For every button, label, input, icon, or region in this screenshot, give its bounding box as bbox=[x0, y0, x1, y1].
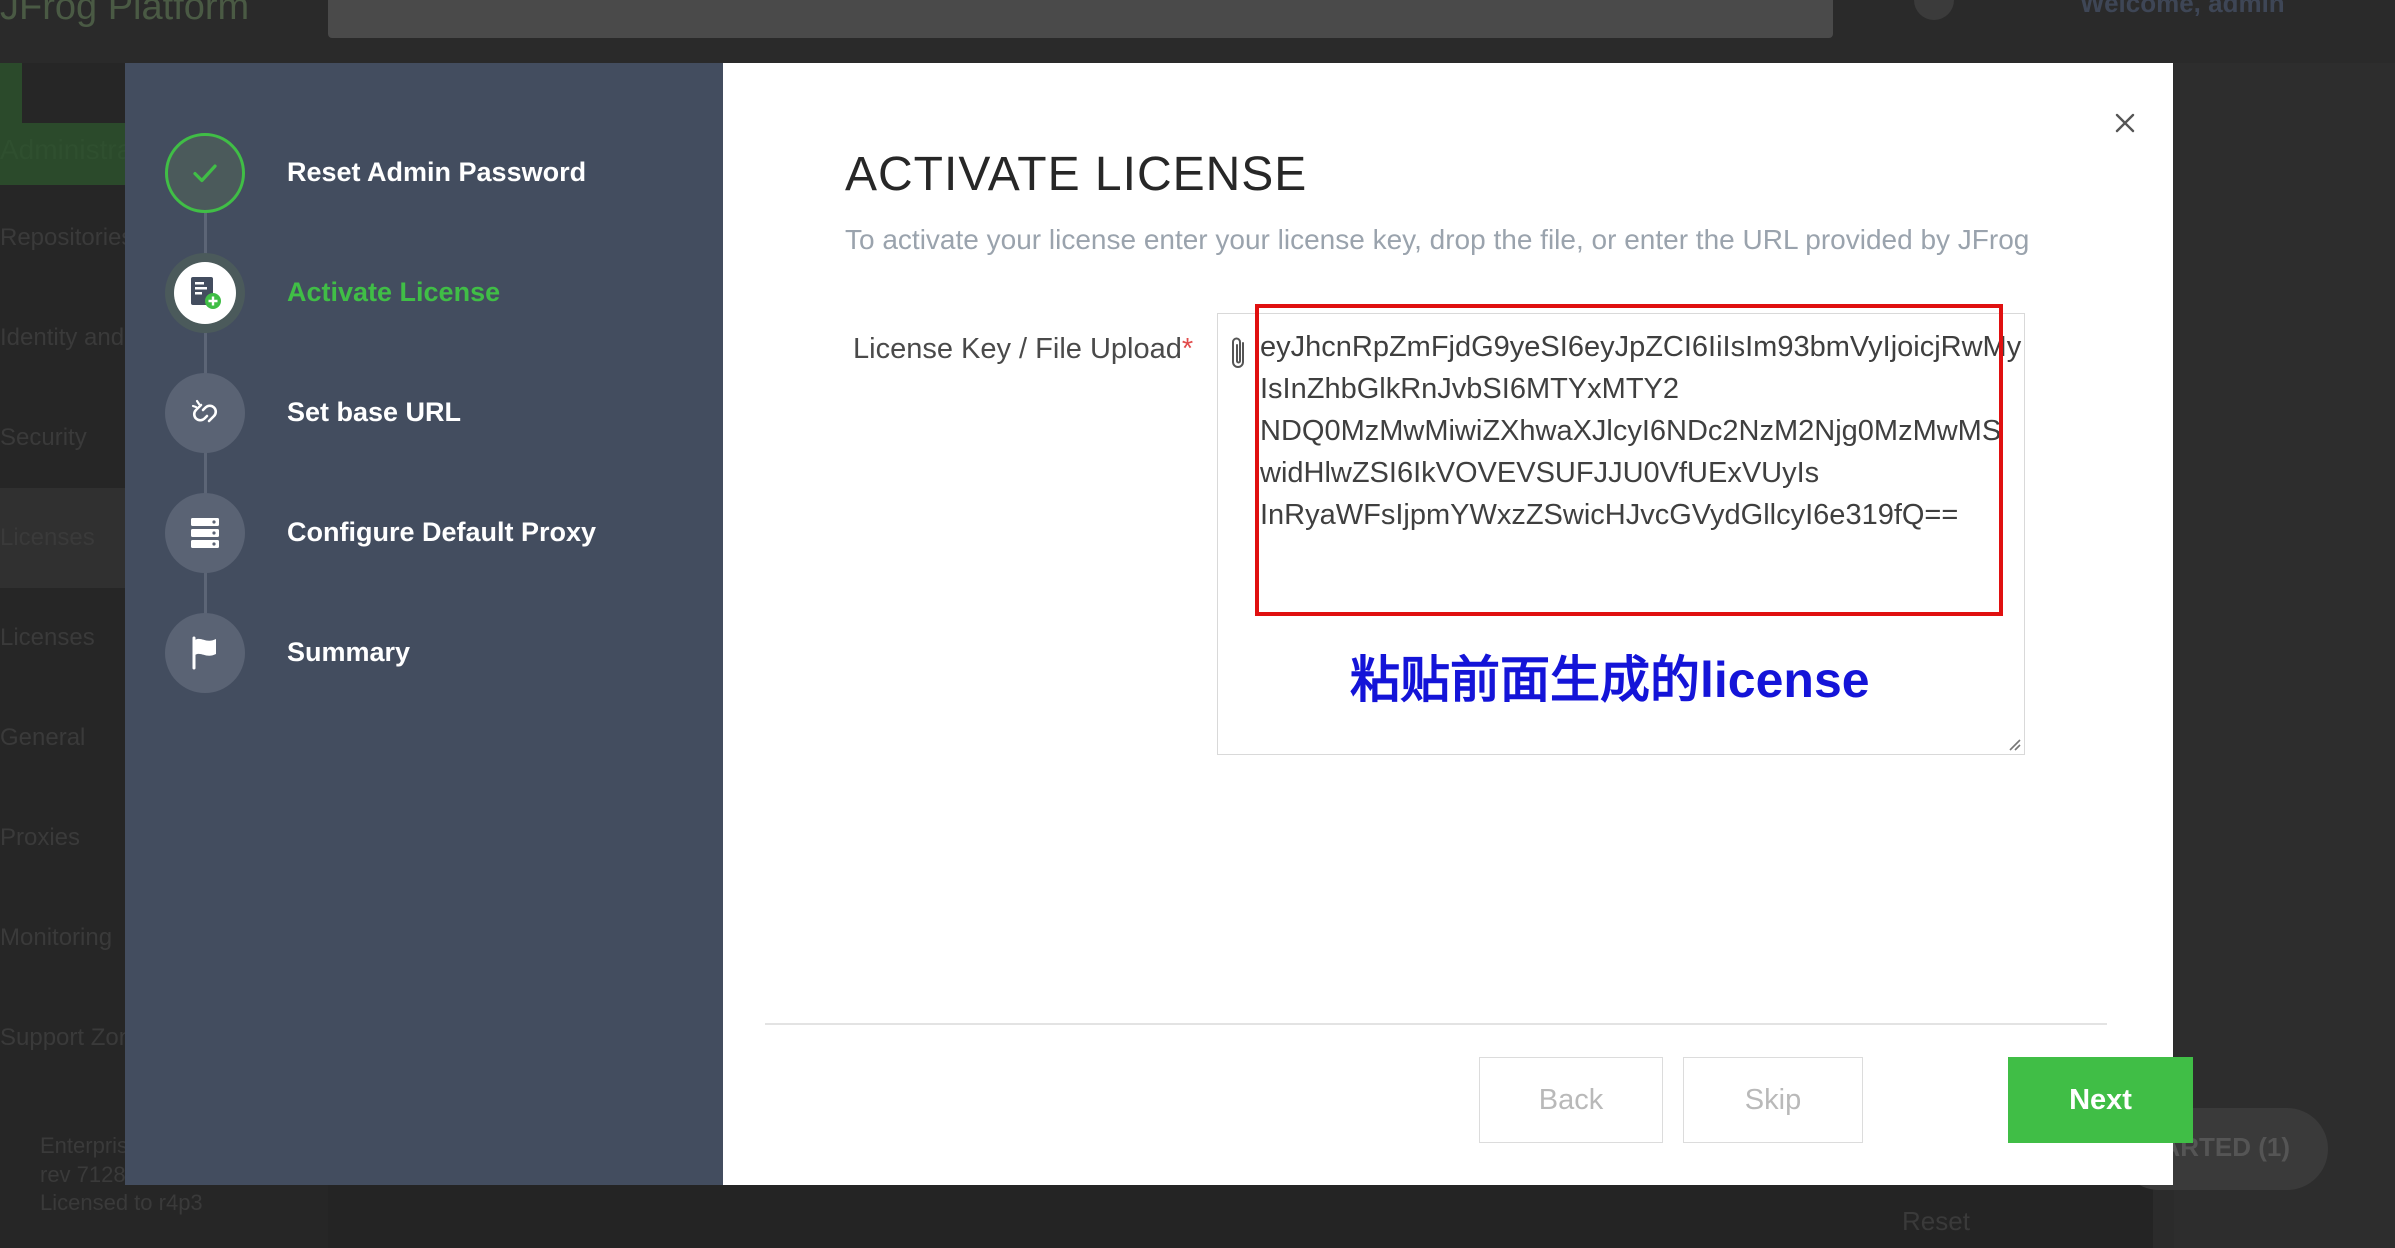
sidebar-subitem-licenses[interactable]: Licenses bbox=[0, 624, 95, 652]
check-icon bbox=[193, 164, 217, 183]
page-description: To activate your license enter your lice… bbox=[845, 224, 2030, 255]
step-circle bbox=[165, 373, 245, 453]
page-title: ACTIVATE LICENSE bbox=[845, 148, 1308, 201]
sidebar-item-licenses[interactable]: Licenses bbox=[0, 524, 95, 552]
highlight-box bbox=[1255, 304, 2003, 616]
wizard-steps-panel: Reset Admin Password Activate License Se… bbox=[125, 63, 723, 1185]
sidebar-item-support-zone[interactable]: Support Zone bbox=[0, 1024, 145, 1052]
step-label: Summary bbox=[287, 637, 411, 667]
close-icon bbox=[2115, 113, 2135, 133]
search-bar[interactable] bbox=[328, 0, 1833, 38]
sidebar-item-monitoring[interactable]: Monitoring bbox=[0, 924, 112, 952]
step-set-base-url: Set base URL bbox=[165, 373, 725, 453]
step-circle bbox=[165, 613, 245, 693]
back-button[interactable]: Back bbox=[1479, 1057, 1663, 1143]
step-circle bbox=[165, 493, 245, 573]
license-form-panel: ACTIVATE LICENSE To activate your licens… bbox=[723, 63, 2193, 1185]
link-icon bbox=[191, 399, 217, 423]
step-label: Activate License bbox=[287, 277, 501, 307]
sidebar-item-security[interactable]: Security bbox=[0, 424, 87, 452]
sidebar-item-general[interactable]: General bbox=[0, 724, 85, 752]
sidebar-item-repositories[interactable]: Repositories bbox=[0, 224, 133, 252]
step-label: Reset Admin Password bbox=[287, 157, 587, 187]
onboarding-modal: Reset Admin Password Activate License Se… bbox=[125, 63, 2193, 1185]
next-button[interactable]: Next bbox=[2008, 1057, 2193, 1143]
flag-icon bbox=[192, 636, 216, 670]
close-button[interactable] bbox=[2103, 101, 2147, 145]
license-field-label-text: License Key / File Upload bbox=[853, 333, 1182, 365]
step-circle-active bbox=[165, 253, 245, 333]
help-icon[interactable] bbox=[1914, 0, 1954, 20]
sidebar-item-proxies[interactable]: Proxies bbox=[0, 824, 80, 852]
required-marker: * bbox=[1181, 333, 1194, 365]
skip-button[interactable]: Skip bbox=[1683, 1057, 1863, 1143]
step-activate-license: Activate License bbox=[165, 253, 725, 333]
footer-divider bbox=[765, 1023, 2107, 1025]
license-icon bbox=[191, 277, 221, 309]
welcome-user-menu[interactable]: Welcome, admin bbox=[2080, 0, 2285, 19]
step-label: Set base URL bbox=[287, 397, 462, 427]
reset-link[interactable]: Reset bbox=[1902, 1206, 1970, 1237]
server-icon bbox=[191, 518, 219, 548]
annotation-text: 粘贴前面生成的license bbox=[1350, 652, 1870, 708]
footer-licensee: Licensed to r4p3 bbox=[40, 1190, 203, 1216]
step-label: Configure Default Proxy bbox=[287, 517, 597, 547]
step-circle-done bbox=[165, 133, 245, 213]
sidebar-accent bbox=[0, 63, 22, 123]
paperclip-icon bbox=[1232, 337, 1244, 368]
brand-logo-text: JFrog Platform bbox=[0, 0, 250, 28]
step-summary: Summary bbox=[165, 613, 725, 693]
step-reset-admin-password: Reset Admin Password bbox=[165, 133, 725, 213]
step-configure-default-proxy: Configure Default Proxy bbox=[165, 493, 725, 573]
license-field-label: License Key / File Upload* bbox=[853, 333, 1193, 366]
top-bar: JFrog Platform Welcome, admin bbox=[0, 0, 2395, 63]
file-upload-button[interactable] bbox=[1226, 334, 1252, 379]
resize-handle-icon[interactable] bbox=[2004, 734, 2022, 752]
right-overlay-area bbox=[2174, 63, 2395, 1248]
